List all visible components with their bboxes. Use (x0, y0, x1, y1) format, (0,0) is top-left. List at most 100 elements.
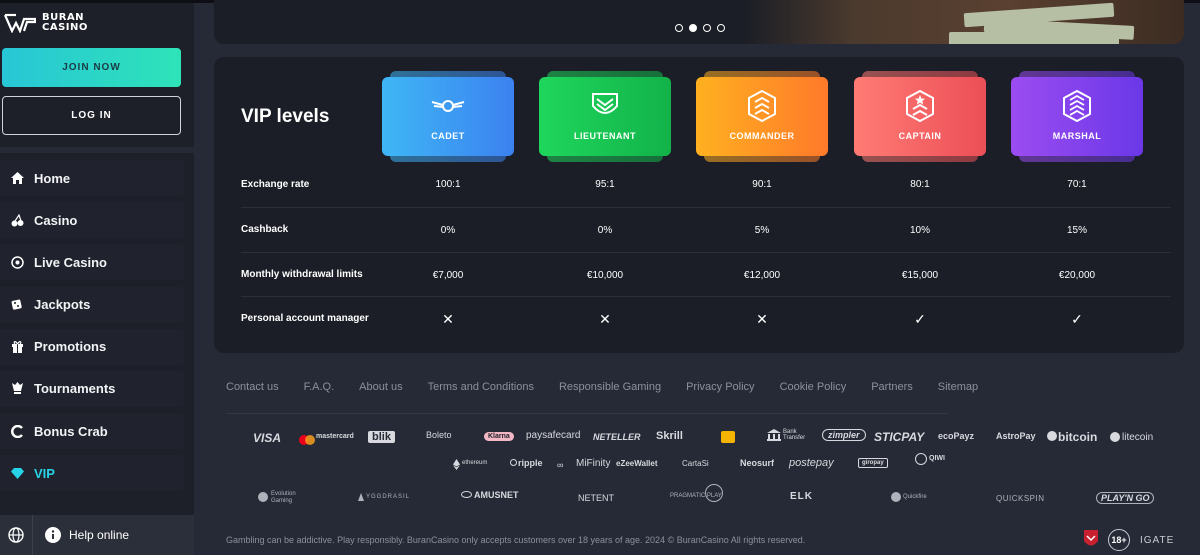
vip-level-name: MARSHAL (1052, 131, 1102, 141)
payment-logo-giropay: giropay (858, 458, 888, 468)
bitcoin-icon (1047, 431, 1057, 441)
trophy-icon (10, 382, 24, 396)
vip-cell: 10% (909, 225, 930, 236)
vip-card-cadet[interactable]: CADET (382, 71, 514, 162)
payment-logo-cartasi: CartaSi (682, 459, 709, 468)
payment-logo-qiwi: QIWI (929, 455, 945, 462)
sidebar-item-label: Home (34, 170, 71, 186)
vip-cell: 5% (754, 225, 770, 236)
vip-row-label: Cashback (241, 224, 289, 235)
quickfire-icon (891, 492, 901, 502)
vip-cell: €12,000 (743, 270, 781, 281)
vip-cell: 15% (1066, 225, 1087, 236)
language-button[interactable] (0, 515, 33, 555)
promo-banner[interactable] (214, 0, 1184, 44)
main-nav: Home Casino Live Casino Jackpots Promoti… (0, 160, 184, 498)
row-divider (241, 207, 1171, 208)
vip-cell: €15,000 (901, 270, 939, 281)
vip-card-captain[interactable]: CAPTAIN (854, 71, 986, 162)
sidebar-item-home[interactable]: Home (0, 160, 184, 196)
sidebar-item-label: Casino (34, 212, 78, 228)
help-online-button[interactable]: Help online (33, 515, 194, 555)
cherries-icon (10, 213, 24, 227)
vip-card-commander[interactable]: COMMANDER (696, 71, 828, 162)
payment-logo-paysafecard: paysafecard (526, 430, 581, 441)
vip-card-marshal[interactable]: MARSHAL (1011, 71, 1143, 162)
footer-link-privacy[interactable]: Privacy Policy (686, 381, 754, 393)
carousel-dot[interactable] (703, 24, 711, 32)
vip-title: VIP levels (241, 106, 330, 127)
ripple-icon (510, 459, 517, 466)
vip-cell: €7,000 (432, 270, 464, 281)
footer-link-partners[interactable]: Partners (871, 381, 913, 393)
join-now-button[interactable]: JOIN NOW (2, 48, 181, 87)
vip-cell: 100:1 (435, 179, 461, 190)
banner-image (744, 0, 1184, 44)
litecoin-icon (1110, 432, 1120, 442)
sidebar-item-label: Jackpots (34, 297, 91, 313)
carousel-dot[interactable] (717, 24, 725, 32)
sidebar-item-promotions[interactable]: Promotions (0, 328, 184, 365)
sidebar-item-casino[interactable]: Casino (0, 202, 184, 239)
vip-cell: €10,000 (586, 270, 624, 281)
provider-logo-yggdrasil: YGGDRASIL (366, 494, 411, 500)
home-icon (10, 171, 24, 185)
footer-link-terms[interactable]: Terms and Conditions (428, 381, 534, 393)
footer-links: Contact us F.A.Q. About us Terms and Con… (226, 381, 1003, 393)
carousel-dot[interactable] (675, 24, 683, 32)
logo-text: BURAN CASINO (42, 13, 88, 33)
sidebar-item-label: Live Casino (34, 254, 107, 270)
vip-level-name: COMMANDER (729, 131, 795, 141)
vip-cell: 70:1 (1067, 179, 1087, 190)
footer-link-responsible-gaming[interactable]: Responsible Gaming (559, 381, 661, 393)
age-restriction-badge: 18+ (1108, 529, 1130, 551)
ethereum-icon (453, 457, 460, 475)
sidebar-item-bonus-crab[interactable]: Bonus Crab (0, 413, 184, 450)
payment-logo-ecopayz: ecoPayz (938, 431, 975, 441)
footer-link-contact[interactable]: Contact us (226, 381, 279, 393)
vip-row-label: Monthly withdrawal limits (241, 269, 363, 280)
vip-level-name: CADET (431, 131, 465, 141)
footer-link-cookie[interactable]: Cookie Policy (780, 381, 847, 393)
vip-cell: 95:1 (595, 179, 615, 190)
payment-logo-zimpler: zimpler (822, 429, 866, 441)
vip-card-lieutenant[interactable]: LIEUTENANT (539, 71, 671, 162)
payment-logo-klarna: Klarna (484, 432, 514, 441)
sidebar-item-live-casino[interactable]: Live Casino (0, 244, 184, 281)
payment-logo-mastercard: mastercard (316, 433, 354, 440)
gift-icon (10, 340, 24, 354)
payment-logo-neteller: NETELLER (593, 432, 641, 442)
diamond-icon (10, 466, 24, 480)
vip-row-label: Personal account manager (241, 313, 369, 324)
check-icon: ✓ (914, 311, 926, 327)
sidebar-item-jackpots[interactable]: Jackpots (0, 286, 184, 323)
payment-logo-ezeewallet: eZeeWallet (616, 459, 658, 468)
footer-link-about[interactable]: About us (359, 381, 402, 393)
sidebar-item-label: VIP (34, 465, 55, 481)
logo-mark-icon (4, 13, 36, 33)
logo[interactable]: BURAN CASINO (4, 13, 88, 33)
qiwi-icon (915, 453, 927, 465)
footer-link-faq[interactable]: F.A.Q. (304, 381, 335, 393)
star-badge-icon (903, 89, 937, 123)
pragmatic-play-icon (705, 484, 723, 502)
payment-logo-mifinity: MiFinity (576, 458, 611, 469)
cross-icon: ✕ (756, 311, 768, 327)
sidebar-item-tournaments[interactable]: Tournaments (0, 370, 184, 407)
vip-cell: 80:1 (910, 179, 930, 190)
claw-icon (10, 424, 24, 438)
payment-logo-neosurf: Neosurf (740, 458, 775, 468)
log-in-button[interactable]: LOG IN (2, 96, 181, 135)
provider-logo-netent: NETENT (578, 493, 614, 503)
payment-logo-yellow (721, 431, 735, 443)
footer-link-sitemap[interactable]: Sitemap (938, 381, 978, 393)
row-divider (241, 296, 1171, 297)
carousel-dot-active[interactable] (689, 24, 697, 32)
payment-logo-astropay: AstroPay (996, 431, 1036, 441)
vip-level-name: CAPTAIN (898, 131, 942, 141)
globe-icon (8, 527, 24, 543)
sidebar-item-label: Tournaments (34, 381, 116, 397)
sidebar-item-vip[interactable]: VIP (0, 455, 184, 492)
licence-seal-icon[interactable] (1083, 529, 1099, 550)
provider-logo-elk: ELK (790, 491, 813, 502)
